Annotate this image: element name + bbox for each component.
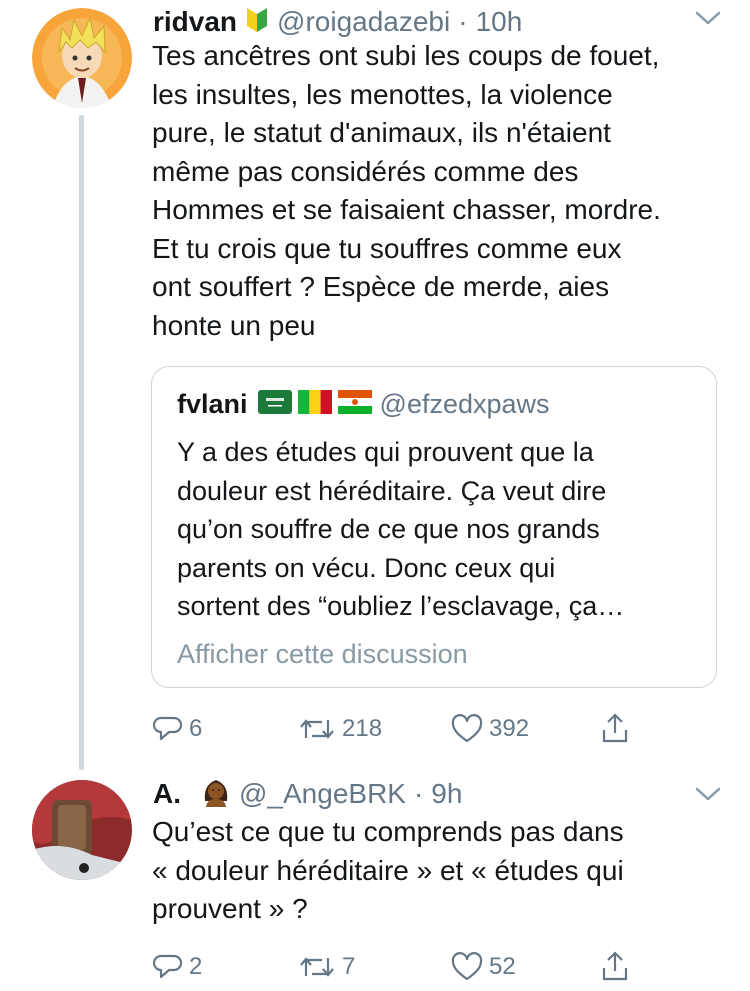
author-name[interactable]: ridvan xyxy=(153,6,237,38)
reply-icon xyxy=(153,952,183,982)
retweet-count: 7 xyxy=(342,953,356,980)
retweet-icon xyxy=(298,952,336,982)
flags xyxy=(257,389,372,419)
author-handle[interactable]: @roigadazebi xyxy=(277,6,450,38)
reply-icon xyxy=(153,714,183,744)
quoted-author-handle: @efzedxpaws xyxy=(379,388,550,419)
chevron-down-icon[interactable] xyxy=(695,786,721,807)
retweet-icon xyxy=(298,714,336,744)
quoted-header: fvlani @efzedxpaws xyxy=(177,386,550,422)
share-icon xyxy=(600,950,630,982)
share-button[interactable] xyxy=(600,712,630,744)
flag-niger-icon xyxy=(337,389,372,419)
retweet-button[interactable]: 7 xyxy=(298,952,355,982)
separator-dot: · xyxy=(458,6,468,37)
heart-icon xyxy=(451,952,483,982)
flag-saudi-arabia-icon xyxy=(257,389,292,419)
beginner-symbol-icon xyxy=(245,6,269,39)
retweet-button[interactable]: 218 xyxy=(298,714,382,744)
tweet-1-header: ridvan @roigadazebi · 10h xyxy=(153,4,522,40)
flag-mali-icon xyxy=(297,389,332,419)
avatar-ridvan[interactable] xyxy=(32,8,132,108)
reply-count: 6 xyxy=(189,715,203,742)
tweet-text: Qu’est ce que tu comprends pas dans « do… xyxy=(152,816,624,924)
like-button[interactable]: 52 xyxy=(451,952,516,982)
quoted-tweet[interactable]: fvlani @efzedxpaws Y a des études qui pr… xyxy=(151,366,717,688)
share-button[interactable] xyxy=(600,950,630,982)
timestamp[interactable]: 9h xyxy=(431,778,462,810)
woman-emoji-icon xyxy=(201,777,231,812)
quoted-author-name: fvlani xyxy=(177,388,248,419)
reply-count: 2 xyxy=(189,953,203,980)
thread-line xyxy=(79,115,84,770)
like-button[interactable]: 392 xyxy=(451,714,529,744)
chevron-down-icon[interactable] xyxy=(695,10,721,31)
quoted-text: Y a des études qui prouvent que la doule… xyxy=(177,437,625,621)
timestamp[interactable]: 10h xyxy=(476,6,523,38)
tweet-2-header: A. @_AngeBRK · 9h xyxy=(153,776,462,812)
reply-button[interactable]: 2 xyxy=(153,952,202,982)
separator-dot: · xyxy=(413,778,424,809)
avatar-ange[interactable] xyxy=(32,780,132,880)
like-count: 52 xyxy=(489,953,516,980)
share-icon xyxy=(600,712,630,744)
reply-button[interactable]: 6 xyxy=(153,714,202,744)
author-name[interactable]: A. xyxy=(153,778,181,810)
heart-icon xyxy=(451,714,483,744)
retweet-count: 218 xyxy=(342,715,383,742)
show-thread-link[interactable]: Afficher cette discussion xyxy=(177,639,468,670)
author-handle[interactable]: @_AngeBRK xyxy=(239,778,406,810)
like-count: 392 xyxy=(489,715,530,742)
tweet-text: Tes ancêtres ont subi les coups de fouet… xyxy=(152,40,661,341)
